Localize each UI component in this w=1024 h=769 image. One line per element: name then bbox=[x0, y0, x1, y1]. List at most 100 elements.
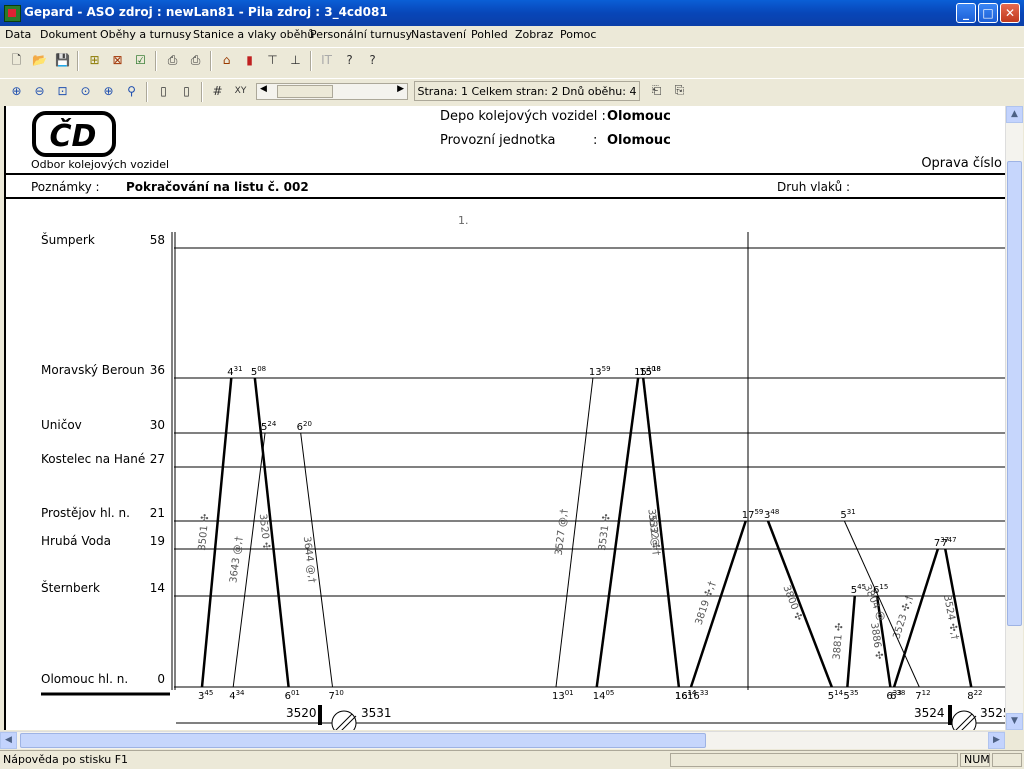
depot-hatch-icon bbox=[331, 710, 357, 730]
document-canvas[interactable]: ČD Odbor kolejových vozidel Depo kolejov… bbox=[4, 106, 1006, 730]
page-scroller[interactable]: ◀ ▶ bbox=[256, 83, 408, 100]
timetable-graph: ČD Odbor kolejových vozidel Depo kolejov… bbox=[6, 109, 1006, 730]
two-pages-icon[interactable]: ▯ bbox=[176, 81, 197, 102]
station-km: 30 bbox=[150, 418, 165, 432]
prev-page-icon[interactable]: ⎗ bbox=[646, 80, 667, 101]
scroll-up-icon[interactable]: ▲ bbox=[1006, 106, 1023, 123]
depot-icon[interactable]: ⌂ bbox=[216, 50, 237, 71]
train-dep-time: 535 bbox=[843, 689, 858, 702]
bottom-label-3520: 3520 bbox=[286, 706, 317, 720]
station-km: 21 bbox=[150, 506, 165, 520]
hammer-icon[interactable]: ⊤ bbox=[262, 50, 283, 71]
train-arr-time: 1359 bbox=[589, 365, 611, 378]
depot-hatch-icon bbox=[951, 710, 977, 730]
train-arr-time: 712 bbox=[915, 689, 930, 702]
station-km: 58 bbox=[150, 233, 165, 247]
station-name: Hrubá Voda bbox=[41, 534, 111, 548]
grid-icon[interactable]: # bbox=[207, 81, 228, 102]
horizontal-scroll-thumb[interactable] bbox=[20, 733, 706, 748]
scroll-down-icon[interactable]: ▼ bbox=[1006, 713, 1023, 730]
station-name: Uničov bbox=[41, 418, 82, 432]
train-arr-time: 514 bbox=[828, 689, 844, 702]
zoom-fit-icon[interactable]: ⊡ bbox=[52, 81, 73, 102]
train-dep-time: 1405 bbox=[593, 689, 615, 702]
train-number: 3881 ✣ bbox=[832, 622, 846, 660]
menu-nastaveni[interactable]: Nastavení bbox=[411, 28, 466, 41]
zoom-search-icon[interactable]: ⚲ bbox=[121, 81, 142, 102]
main-toolbar: 🗋 📂 💾 ⊞ ⊠ ☑ ⎙ ⎙ ⌂ ▮ ⊤ ⊥ IT ? ? bbox=[0, 47, 1024, 74]
station-name: Olomouc hl. n. bbox=[41, 672, 128, 686]
status-panel bbox=[992, 753, 1022, 767]
menu-pohled[interactable]: Pohled bbox=[471, 28, 508, 41]
context-help-icon[interactable]: ? bbox=[362, 50, 383, 71]
print-icon[interactable]: ⎙ bbox=[162, 50, 183, 71]
print-preview-icon[interactable]: ⎙ bbox=[185, 50, 206, 71]
help-icon[interactable]: ? bbox=[339, 50, 360, 71]
train-arr-time: 601 bbox=[285, 689, 300, 702]
train-arr-time: 431 bbox=[227, 365, 242, 378]
train-number: 3819 ✣,† bbox=[694, 580, 719, 626]
menu-obehy-a-turnusy[interactable]: Oběhy a turnusy bbox=[100, 28, 191, 41]
menu-pomoc[interactable]: Pomoc bbox=[560, 28, 596, 41]
horizontal-scrollbar[interactable]: ◀ ▶ bbox=[0, 731, 1005, 749]
zoom-page-icon[interactable]: ⊙ bbox=[75, 81, 96, 102]
xy-icon[interactable]: XY bbox=[230, 81, 251, 102]
unit-value: Olomouc bbox=[607, 133, 671, 148]
next-page-icon[interactable]: ⎘ bbox=[669, 80, 690, 101]
scroll-right-icon[interactable]: ▶ bbox=[988, 732, 1005, 749]
menu-personalni-turnusy[interactable]: Personální turnusy bbox=[310, 28, 412, 41]
save-icon[interactable]: 💾 bbox=[52, 50, 73, 71]
app-icon[interactable] bbox=[4, 5, 21, 22]
maximize-button[interactable]: □ bbox=[978, 3, 998, 23]
confirm-row-icon[interactable]: ☑ bbox=[130, 50, 151, 71]
train-dep-time: 638 bbox=[890, 689, 905, 702]
zoom-in-icon[interactable]: ⊕ bbox=[6, 81, 27, 102]
train-arr-time: 822 bbox=[967, 689, 982, 702]
menu-data[interactable]: Data bbox=[5, 28, 31, 41]
unit-label: Provozní jednotka bbox=[440, 133, 556, 148]
vehicle-icon[interactable]: ▮ bbox=[239, 50, 260, 71]
train-dep-time: 434 bbox=[229, 689, 245, 702]
menu-zobraz[interactable]: Zobraz bbox=[515, 28, 553, 41]
scroll-left-icon[interactable]: ◀ bbox=[0, 732, 17, 749]
station-km: 36 bbox=[150, 363, 165, 377]
vertical-scrollbar[interactable]: ▲ ▼ bbox=[1005, 106, 1023, 730]
single-page-icon[interactable]: ▯ bbox=[153, 81, 174, 102]
depot-label: Depo kolejových vozidel : bbox=[440, 109, 606, 124]
train-dep-time: 747 bbox=[941, 536, 956, 549]
window-title: Gepard - ASO zdroj : newLan81 - Pila zdr… bbox=[24, 5, 388, 19]
new-file-icon[interactable]: 🗋 bbox=[6, 50, 27, 71]
bottom-label-3524: 3524 bbox=[914, 706, 945, 720]
correction-label: Oprava číslo bbox=[921, 156, 1002, 171]
track-icon[interactable]: ⊥ bbox=[285, 50, 306, 71]
org-name: Odbor kolejových vozidel bbox=[31, 158, 169, 171]
open-folder-icon[interactable]: 📂 bbox=[29, 50, 50, 71]
zoom-out-icon[interactable]: ⊖ bbox=[29, 81, 50, 102]
status-help: Nápověda po stisku F1 bbox=[3, 753, 129, 766]
train-dep-time: 348 bbox=[764, 508, 779, 521]
toolbar-separator bbox=[201, 82, 203, 102]
train-number: 3501 ✣ bbox=[197, 513, 211, 551]
close-button[interactable]: ✕ bbox=[1000, 3, 1020, 23]
train-dep-time: 620 bbox=[297, 420, 312, 433]
vertical-scroll-thumb[interactable] bbox=[1007, 161, 1022, 626]
notes-label: Poznámky : bbox=[31, 180, 100, 194]
scroll-left-icon[interactable]: ◀ bbox=[260, 84, 267, 94]
delete-row-icon[interactable]: ⊠ bbox=[107, 50, 128, 71]
station-km: 19 bbox=[150, 534, 165, 548]
station-name: Šternberk bbox=[41, 580, 100, 595]
minimize-button[interactable]: _ bbox=[956, 3, 976, 23]
train-number: 3643 @,† bbox=[228, 536, 245, 584]
cd-logo: ČD bbox=[32, 111, 116, 157]
page-scroller-thumb[interactable] bbox=[277, 85, 333, 98]
menu-dokument[interactable]: Dokument bbox=[40, 28, 97, 41]
zoom-width-icon[interactable]: ⊕ bbox=[98, 81, 119, 102]
menu-stanice-a-vlaky[interactable]: Stanice a vlaky oběhů bbox=[193, 28, 314, 41]
coupling-marker bbox=[318, 705, 322, 725]
train-arr-time: 710 bbox=[329, 689, 344, 702]
scroll-right-icon[interactable]: ▶ bbox=[397, 84, 404, 94]
add-row-icon[interactable]: ⊞ bbox=[84, 50, 105, 71]
train-arr-time: 1759 bbox=[742, 508, 764, 521]
depot-value: Olomouc bbox=[607, 109, 671, 124]
station-km: 27 bbox=[150, 452, 165, 466]
